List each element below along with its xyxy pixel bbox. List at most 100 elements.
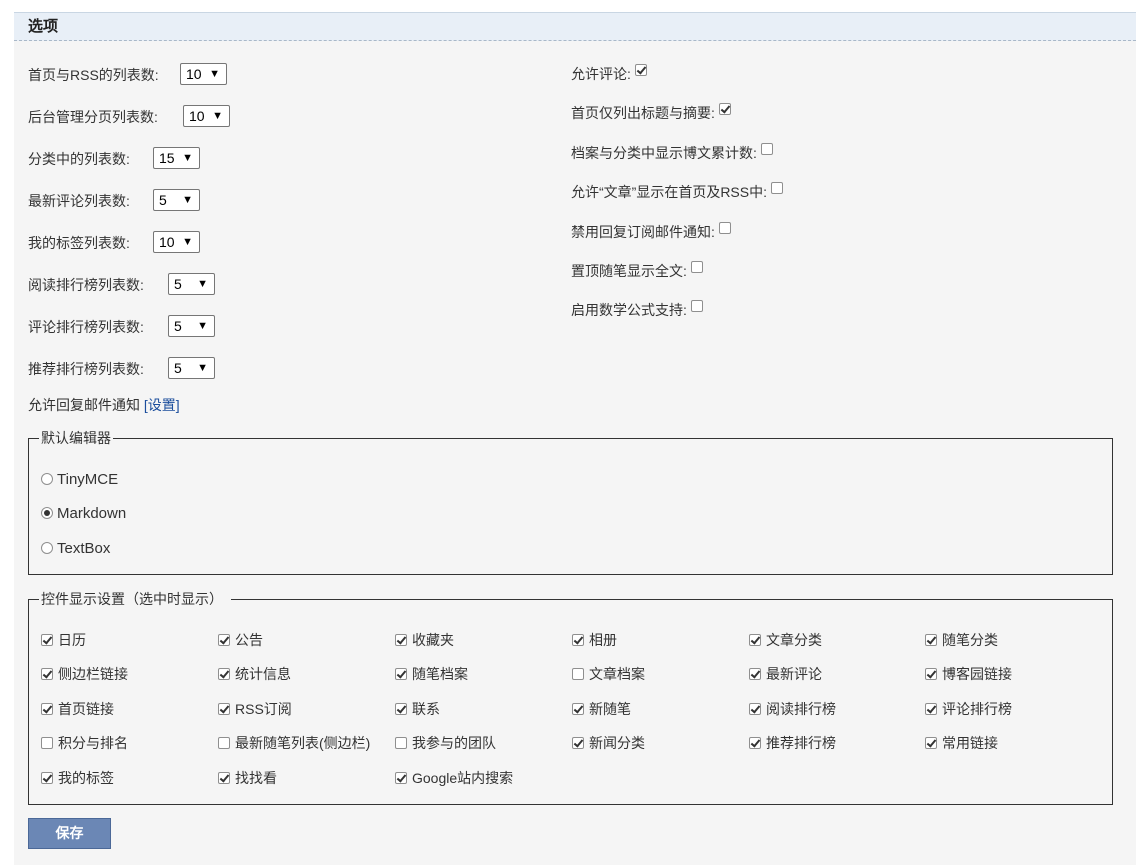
setting-label: 阅读排行榜列表数: — [28, 277, 144, 293]
checkbox-checked-icon[interactable] — [749, 667, 761, 680]
articles-on-home-checkbox[interactable] — [770, 182, 783, 195]
checkbox-checked-icon[interactable] — [395, 702, 407, 715]
save-button[interactable]: 保存 — [28, 818, 111, 849]
widget-statistics[interactable]: 统计信息 — [218, 664, 291, 684]
triangle-down-icon: ▼ — [197, 320, 208, 332]
checkbox-icon[interactable] — [572, 667, 584, 680]
widget-news-category[interactable]: 新闻分类 — [572, 733, 645, 753]
checkbox-checked-icon[interactable] — [41, 771, 53, 784]
setting-label: 首页与RSS的列表数: — [28, 67, 159, 83]
checkbox-checked-icon[interactable] — [218, 702, 230, 715]
read-rank-count-select[interactable]: 5 ▼ — [168, 273, 215, 295]
widget-rss[interactable]: RSS订阅 — [218, 699, 292, 719]
articles-on-home-row: 允许“文章”显示在首页及RSS中: — [571, 182, 783, 202]
checkbox-checked-icon[interactable] — [749, 736, 761, 749]
widget-cnblogs-links[interactable]: 博客园链接 — [925, 664, 1012, 684]
comment-rank-count-select[interactable]: 5 ▼ — [168, 315, 215, 337]
summary-only-row: 首页仅列出标题与摘要: — [571, 103, 731, 123]
post-count-checkbox[interactable] — [760, 143, 773, 156]
latest-comments-count-select[interactable]: 5 ▼ — [153, 189, 200, 211]
checkbox-checked-icon[interactable] — [925, 736, 937, 749]
triangle-down-icon: ▼ — [209, 68, 220, 80]
widget-latest-comments[interactable]: 最新评论 — [749, 664, 822, 684]
checkbox-checked-icon[interactable] — [218, 633, 230, 646]
checkbox-checked-icon[interactable] — [218, 667, 230, 680]
widget-comment-rank[interactable]: 评论排行榜 — [925, 699, 1012, 719]
checkbox-checked-icon[interactable] — [41, 633, 53, 646]
widget-article-archive[interactable]: 文章档案 — [572, 664, 645, 684]
setting-label: 评论排行榜列表数: — [28, 319, 144, 335]
widget-google-search[interactable]: Google站内搜索 — [395, 768, 513, 788]
widget-album[interactable]: 相册 — [572, 630, 617, 650]
widget-announcement[interactable]: 公告 — [218, 630, 263, 650]
checkbox-icon[interactable] — [41, 736, 53, 749]
checkbox-icon[interactable] — [218, 736, 230, 749]
math-support-row: 启用数学公式支持: — [571, 300, 703, 320]
checkbox-checked-icon[interactable] — [218, 771, 230, 784]
triangle-down-icon: ▼ — [197, 278, 208, 290]
checkbox-checked-icon[interactable] — [41, 667, 53, 680]
checkbox-checked-icon[interactable] — [395, 771, 407, 784]
widgets-fieldset: 控件显示设置（选中时显示） 日历 公告 收藏夹 相册 文章分类 随笔分类 侧边栏… — [28, 590, 1113, 805]
allow-comments-checkbox[interactable] — [634, 64, 647, 77]
widget-my-tags[interactable]: 我的标签 — [41, 768, 114, 788]
widget-latest-posts-sidebar[interactable]: 最新随笔列表(侧边栏) — [218, 733, 370, 753]
triangle-down-icon: ▼ — [212, 110, 223, 122]
checkbox-checked-icon[interactable] — [395, 633, 407, 646]
setting-label: 后台管理分页列表数: — [28, 109, 158, 125]
checkbox-checked-icon[interactable] — [572, 736, 584, 749]
home-rss-count-select[interactable]: 10 ▼ — [180, 63, 227, 85]
triangle-down-icon: ▼ — [182, 194, 193, 206]
math-support-checkbox[interactable] — [690, 300, 703, 313]
recommend-rank-count-select[interactable]: 5 ▼ — [168, 357, 215, 379]
checkbox-checked-icon[interactable] — [749, 702, 761, 715]
widget-favorites[interactable]: 收藏夹 — [395, 630, 454, 650]
editor-option-textbox[interactable]: TextBox — [41, 539, 110, 559]
widget-post-category[interactable]: 随笔分类 — [925, 630, 998, 650]
summary-only-checkbox[interactable] — [718, 103, 731, 116]
category-count-select[interactable]: 15 ▼ — [153, 147, 200, 169]
setting-label: 最新评论列表数: — [28, 193, 130, 209]
checkbox-checked-icon[interactable] — [395, 667, 407, 680]
widget-search[interactable]: 找找看 — [218, 768, 277, 788]
widget-article-category[interactable]: 文章分类 — [749, 630, 822, 650]
checkbox-checked-icon[interactable] — [925, 633, 937, 646]
disable-reply-notify-row: 禁用回复订阅邮件通知: — [571, 222, 731, 242]
editor-legend: 默认编辑器 — [39, 429, 113, 447]
editor-option-markdown[interactable]: Markdown — [41, 504, 126, 524]
widgets-legend: 控件显示设置（选中时显示） — [39, 590, 231, 608]
radio-icon[interactable] — [41, 473, 53, 486]
widget-my-teams[interactable]: 我参与的团队 — [395, 733, 496, 753]
editor-fieldset: 默认编辑器 TinyMCE Markdown TextBox — [28, 429, 1113, 575]
triangle-down-icon: ▼ — [182, 236, 193, 248]
checkbox-checked-icon[interactable] — [749, 633, 761, 646]
checkbox-checked-icon[interactable] — [572, 633, 584, 646]
admin-page-count-select[interactable]: 10 ▼ — [183, 105, 230, 127]
radio-selected-icon[interactable] — [41, 507, 53, 520]
triangle-down-icon: ▼ — [182, 152, 193, 164]
panel-title: 选项 — [14, 13, 1136, 41]
reply-notify-settings-link[interactable]: [设置] — [144, 397, 180, 413]
checkbox-checked-icon[interactable] — [41, 702, 53, 715]
widget-contact[interactable]: 联系 — [395, 699, 440, 719]
checkbox-checked-icon[interactable] — [572, 702, 584, 715]
widget-post-archive[interactable]: 随笔档案 — [395, 664, 468, 684]
widget-sidebar-links[interactable]: 侧边栏链接 — [41, 664, 128, 684]
widget-home-link[interactable]: 首页链接 — [41, 699, 114, 719]
widget-score-rank[interactable]: 积分与排名 — [41, 733, 128, 753]
radio-icon[interactable] — [41, 542, 53, 555]
checkbox-checked-icon[interactable] — [925, 702, 937, 715]
checkbox-icon[interactable] — [395, 736, 407, 749]
editor-option-tinymce[interactable]: TinyMCE — [41, 470, 118, 490]
setting-label: 推荐排行榜列表数: — [28, 361, 144, 377]
widget-read-rank[interactable]: 阅读排行榜 — [749, 699, 836, 719]
tags-count-select[interactable]: 10 ▼ — [153, 231, 200, 253]
widget-recommend-rank[interactable]: 推荐排行榜 — [749, 733, 836, 753]
widget-calendar[interactable]: 日历 — [41, 630, 86, 650]
widget-new-post[interactable]: 新随笔 — [572, 699, 631, 719]
pinned-fulltext-checkbox[interactable] — [690, 261, 703, 274]
disable-reply-notify-checkbox[interactable] — [718, 222, 731, 235]
post-count-row: 档案与分类中显示博文累计数: — [571, 143, 773, 163]
widget-common-links[interactable]: 常用链接 — [925, 733, 998, 753]
checkbox-checked-icon[interactable] — [925, 667, 937, 680]
